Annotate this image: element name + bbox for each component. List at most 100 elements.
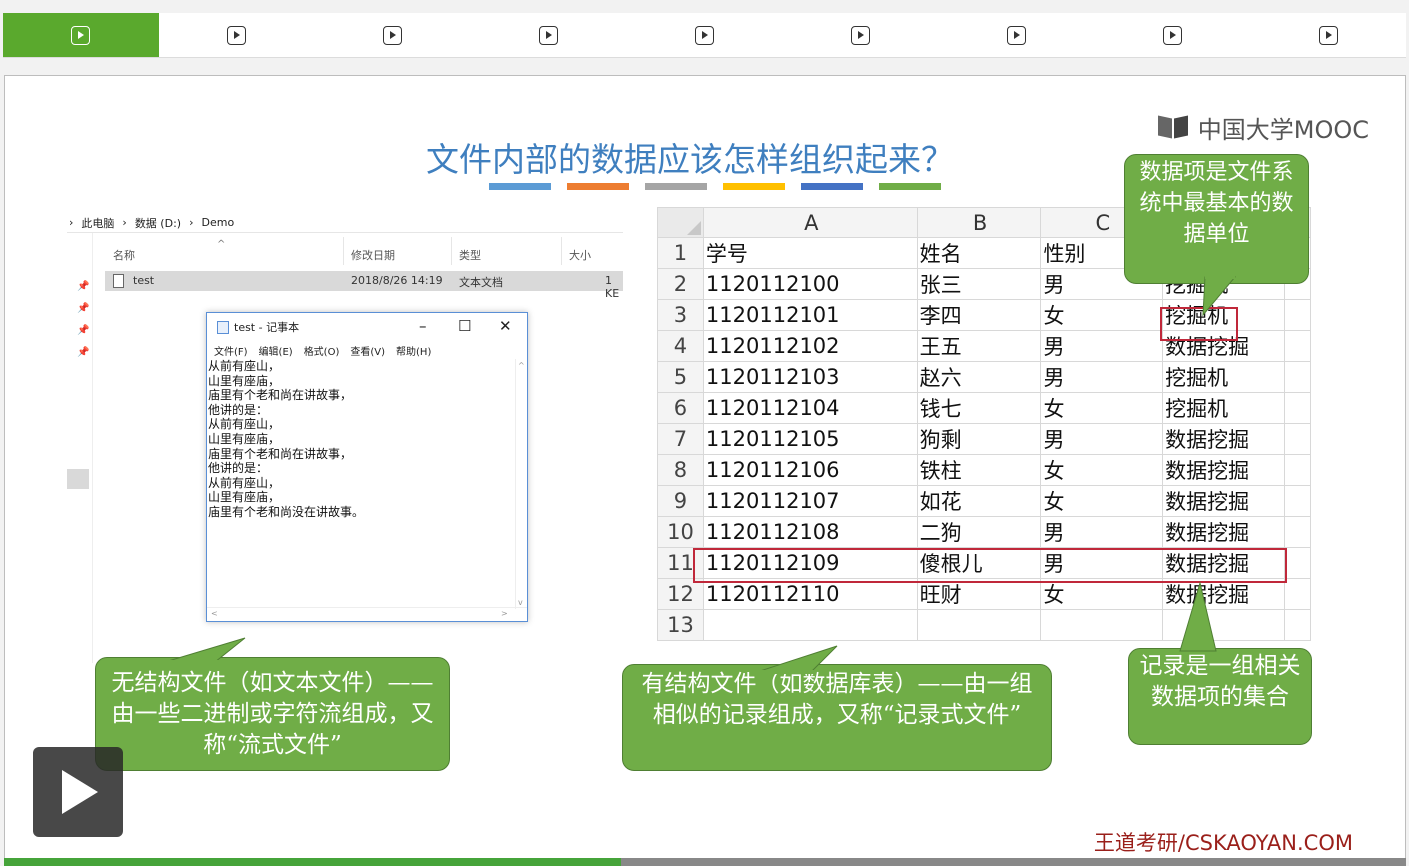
sheet-cell[interactable]: 王五 [916, 330, 1042, 363]
sheet-cell[interactable] [1284, 516, 1311, 549]
row-number[interactable]: 10 [657, 516, 704, 549]
file-row[interactable]: test 2018/8/26 14:19 文本文档 1 KE [105, 271, 623, 300]
sheet-cell[interactable]: 姓名 [916, 237, 1042, 270]
pin-icon[interactable]: 📌 [77, 303, 89, 314]
row-number[interactable]: 3 [657, 299, 704, 332]
select-all-corner[interactable] [657, 206, 704, 239]
breadcrumb-item[interactable]: 数据 (D:) [135, 215, 181, 231]
row-number[interactable]: 2 [657, 268, 704, 301]
sheet-cell[interactable]: 男 [1040, 361, 1164, 394]
sheet-cell[interactable]: 女 [1040, 392, 1164, 425]
pin-icon[interactable]: 📌 [77, 281, 89, 292]
sheet-cell[interactable] [916, 609, 1042, 641]
sheet-cell[interactable] [1284, 578, 1311, 611]
sheet-cell[interactable]: 女 [1040, 485, 1164, 518]
sheet-cell[interactable]: 二狗 [916, 516, 1042, 549]
sheet-cell[interactable] [1284, 392, 1311, 425]
row-number[interactable]: 6 [657, 392, 704, 425]
sheet-cell[interactable]: 1120112101 [702, 299, 918, 332]
segment-tab[interactable] [315, 13, 471, 57]
row-number[interactable]: 9 [657, 485, 704, 518]
sheet-cell[interactable]: 挖掘机 [1162, 361, 1286, 394]
notepad-menu-item[interactable]: 格式(O) [304, 343, 340, 358]
sheet-cell[interactable]: 1120112102 [702, 330, 918, 363]
sheet-cell[interactable]: 男 [1040, 330, 1164, 363]
scroll-right-icon[interactable]: > [501, 609, 508, 618]
segment-tab[interactable] [471, 13, 627, 57]
maximize-icon[interactable]: ☐ [458, 317, 471, 335]
sheet-cell[interactable]: 1120112106 [702, 454, 918, 487]
sheet-cell[interactable] [1284, 547, 1311, 580]
breadcrumb-item[interactable]: Demo [201, 216, 234, 229]
sheet-cell[interactable]: 1120112104 [702, 392, 918, 425]
sheet-cell[interactable] [1284, 361, 1311, 394]
segment-tab[interactable] [159, 13, 315, 57]
sheet-cell[interactable]: 学号 [702, 237, 918, 270]
sheet-cell[interactable]: 数据挖掘 [1162, 454, 1286, 487]
column-header-a[interactable]: A [702, 206, 918, 239]
sheet-cell[interactable] [1284, 330, 1311, 363]
vertical-scrollbar[interactable]: ^ v [515, 359, 527, 609]
column-header-size[interactable]: 大小 [569, 247, 591, 263]
close-icon[interactable]: ✕ [499, 317, 512, 335]
sheet-cell[interactable]: 数据挖掘 [1162, 516, 1286, 549]
column-header-name[interactable]: 名称 [113, 247, 135, 263]
row-number[interactable]: 4 [657, 330, 704, 363]
notepad-menu-item[interactable]: 文件(F) [214, 343, 248, 358]
segment-tab[interactable] [782, 13, 938, 57]
sheet-cell[interactable]: 挖掘机 [1162, 392, 1286, 425]
sheet-cell[interactable]: 男 [1040, 516, 1164, 549]
breadcrumb-item[interactable]: 此电脑 [81, 215, 114, 231]
sheet-cell[interactable]: 张三 [916, 268, 1042, 301]
scroll-up-icon[interactable]: ^ [518, 361, 525, 370]
notepad-menu-item[interactable]: 帮助(H) [396, 343, 431, 358]
sheet-cell[interactable] [1284, 609, 1311, 641]
notepad-menu-item[interactable]: 编辑(E) [259, 343, 293, 358]
sheet-cell[interactable]: 数据挖掘 [1162, 485, 1286, 518]
segment-tab[interactable] [1250, 13, 1406, 57]
sheet-cell[interactable]: 钱七 [916, 392, 1042, 425]
sheet-cell[interactable] [1284, 454, 1311, 487]
sheet-cell[interactable]: 1120112110 [702, 578, 918, 611]
sheet-cell[interactable]: 1120112107 [702, 485, 918, 518]
scroll-left-icon[interactable]: < [211, 609, 218, 618]
sheet-cell[interactable]: 狗剩 [916, 423, 1042, 456]
segment-tab[interactable] [938, 13, 1094, 57]
minimize-icon[interactable]: – [419, 317, 427, 335]
sheet-cell[interactable]: 1120112100 [702, 268, 918, 301]
row-number[interactable]: 12 [657, 578, 704, 611]
row-number[interactable]: 5 [657, 361, 704, 394]
sheet-cell[interactable]: 1120112105 [702, 423, 918, 456]
scroll-down-icon[interactable]: v [518, 598, 523, 607]
column-header-b[interactable]: B [916, 206, 1042, 239]
pin-icon[interactable]: 📌 [77, 347, 89, 358]
row-number[interactable]: 13 [657, 609, 704, 641]
horizontal-scrollbar[interactable]: < > [207, 607, 527, 621]
sheet-cell[interactable]: 男 [1040, 423, 1164, 456]
sheet-cell[interactable]: 女 [1040, 454, 1164, 487]
row-number[interactable]: 1 [657, 237, 704, 270]
sheet-cell[interactable]: 1120112108 [702, 516, 918, 549]
sheet-cell[interactable] [702, 609, 918, 641]
sheet-cell[interactable]: 数据挖掘 [1162, 423, 1286, 456]
column-header-modified[interactable]: 修改日期 [351, 247, 395, 263]
sheet-cell[interactable]: 如花 [916, 485, 1042, 518]
sheet-cell[interactable] [1284, 485, 1311, 518]
sheet-cell[interactable]: 女 [1040, 578, 1164, 611]
segment-tab[interactable] [3, 13, 159, 57]
sheet-cell[interactable] [1284, 423, 1311, 456]
progress-bar[interactable] [4, 858, 1406, 866]
notepad-menu-item[interactable]: 查看(V) [350, 343, 385, 358]
segment-tab[interactable] [627, 13, 783, 57]
row-number[interactable]: 7 [657, 423, 704, 456]
segment-tab[interactable] [1094, 13, 1250, 57]
sheet-cell[interactable]: 旺财 [916, 578, 1042, 611]
sheet-cell[interactable]: 女 [1040, 299, 1164, 332]
sheet-cell[interactable]: 1120112103 [702, 361, 918, 394]
sheet-cell[interactable] [1284, 299, 1311, 332]
column-header-type[interactable]: 类型 [459, 247, 481, 263]
sheet-cell[interactable]: 李四 [916, 299, 1042, 332]
sheet-cell[interactable]: 赵六 [916, 361, 1042, 394]
notepad-text-area[interactable]: 从前有座山， 山里有座庙， 庙里有个老和尚在讲故事， 他讲的是： 从前有座山， … [207, 359, 519, 520]
pin-icon[interactable]: 📌 [77, 325, 89, 336]
